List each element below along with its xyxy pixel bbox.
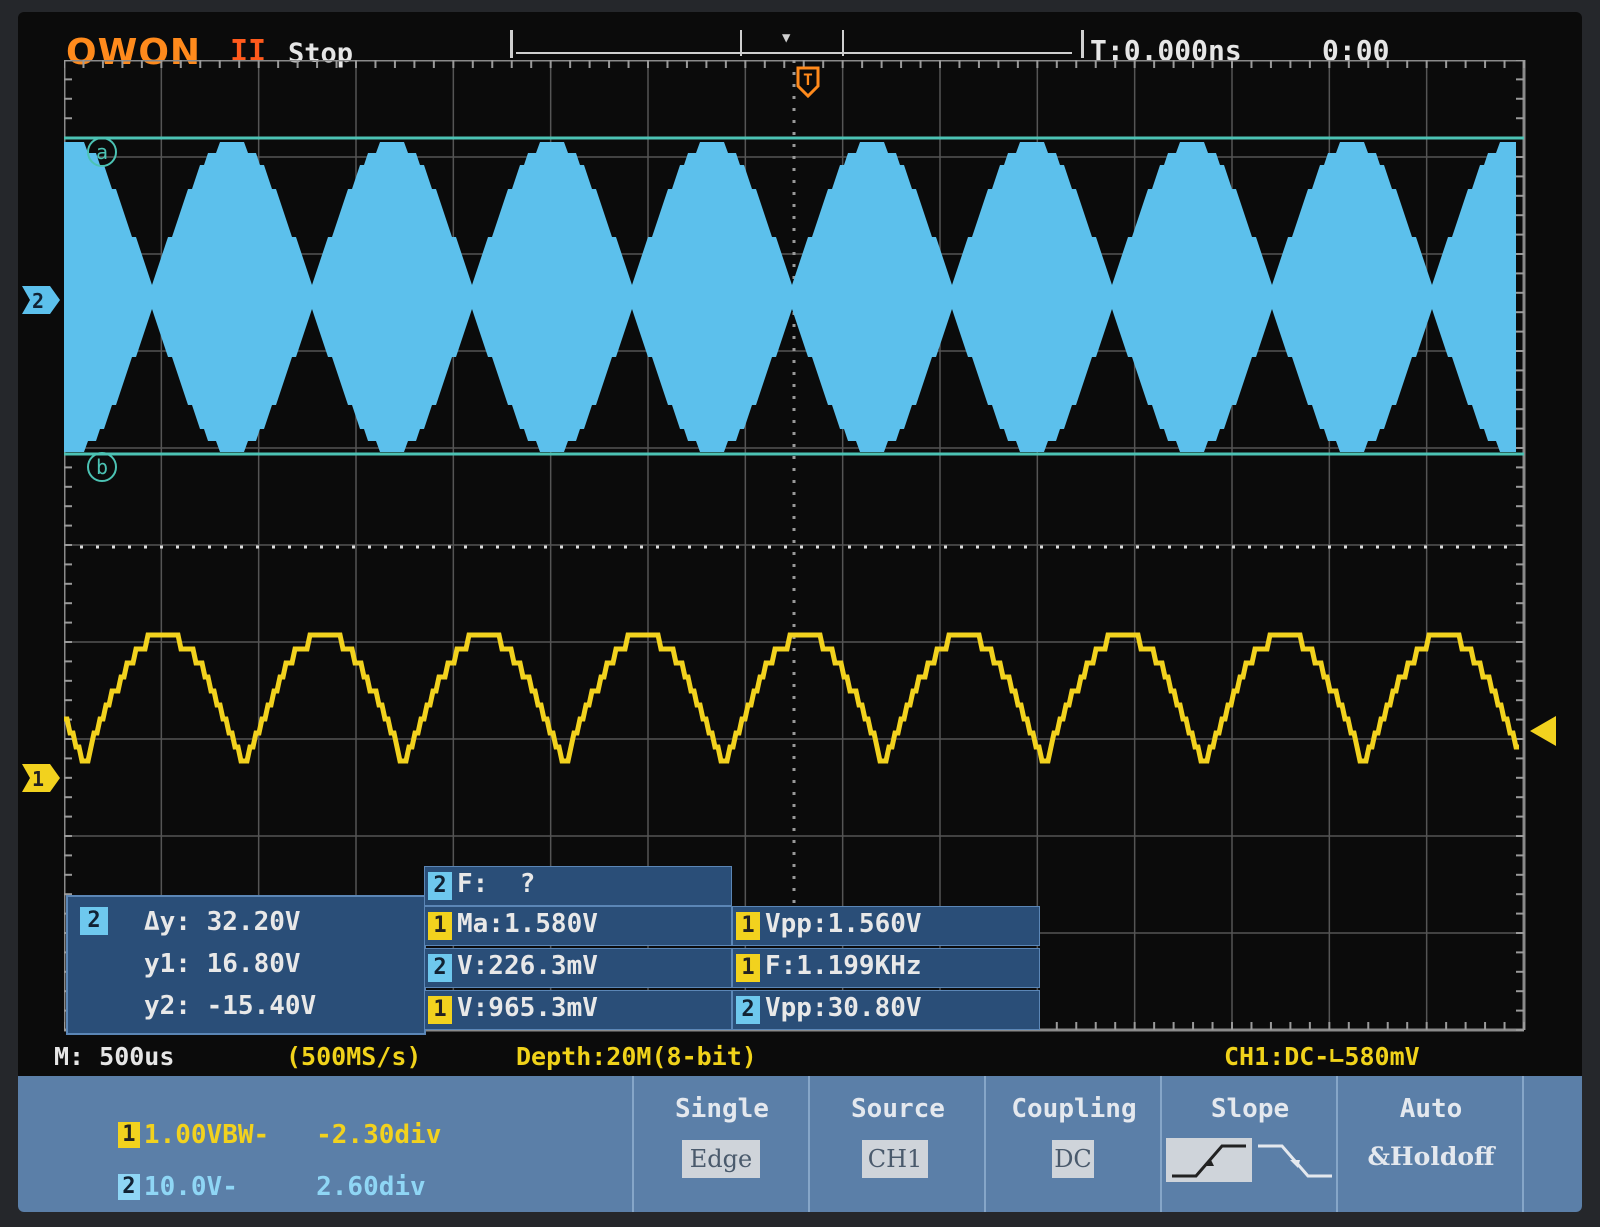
softkey-label: Coupling bbox=[1011, 1094, 1137, 1124]
measurement-item: 2 V:226.3mV bbox=[424, 948, 732, 988]
trigger-info: CH1:DC-∟580mV bbox=[1224, 1042, 1420, 1071]
ch2-level-marker[interactable]: 2 bbox=[18, 282, 64, 318]
measurement-value: Vpp:30.80V bbox=[765, 993, 922, 1023]
measurement-item: 1 V:965.3mV bbox=[424, 990, 732, 1030]
ch2-waveform bbox=[64, 142, 1516, 452]
ch2-scale: 10.0V- bbox=[143, 1172, 238, 1202]
math-a-marker: a bbox=[87, 137, 117, 167]
measurement-channel-tag: 2 bbox=[428, 872, 452, 900]
measurement-channel-tag: 1 bbox=[428, 912, 452, 940]
cursor-channel-tag: 2 bbox=[80, 907, 108, 935]
softkey-value: CH1 bbox=[862, 1140, 928, 1178]
svg-text:b: b bbox=[96, 455, 108, 479]
falling-edge-icon bbox=[1258, 1144, 1332, 1178]
svg-text:T: T bbox=[803, 70, 813, 89]
softkey-label: Single bbox=[675, 1094, 769, 1124]
measurement-item: 1 F:1.199KHz bbox=[732, 948, 1040, 988]
holdoff-softkey[interactable]: Auto &Holdoff bbox=[1336, 1076, 1524, 1212]
svg-text:2: 2 bbox=[32, 289, 44, 313]
measurement-item: 1 Ma:1.580V bbox=[424, 906, 732, 946]
measurement-value: V:226.3mV bbox=[457, 951, 598, 981]
softkey-value: Edge bbox=[682, 1140, 760, 1178]
softkey-value: &Holdoff bbox=[1367, 1142, 1495, 1171]
cursor-readout: 2 Δy: 32.20V y1: 16.80V y2: -15.40V bbox=[66, 895, 426, 1035]
ch1-waveform bbox=[64, 632, 1519, 764]
ch2-offset: 2.60div bbox=[316, 1172, 426, 1202]
trigger-level-marker[interactable] bbox=[1526, 714, 1566, 748]
math-b-marker: b bbox=[87, 452, 117, 482]
channel-settings-panel: 1 1.00VBW- -2.30div 2 10.0V- 2.60div bbox=[18, 1076, 632, 1212]
measurement-value: Ma:1.580V bbox=[457, 909, 598, 939]
measurement-item: 2 Vpp:30.80V bbox=[732, 990, 1040, 1030]
measurement-value: Vpp:1.560V bbox=[765, 909, 922, 939]
menu-edge bbox=[1522, 1076, 1582, 1212]
oscilloscope-bezel: OWON II Stop ▼ T:0.000ns 0:00 a b T 2 1 … bbox=[0, 0, 1600, 1227]
measurement-item: 2 F: ? bbox=[424, 866, 732, 906]
oscilloscope-screen: OWON II Stop ▼ T:0.000ns 0:00 a b T 2 1 … bbox=[18, 12, 1582, 1212]
ch1-level-marker[interactable]: 1 bbox=[18, 760, 64, 796]
trigger-coupling-softkey[interactable]: Coupling DC bbox=[984, 1076, 1162, 1212]
svg-text:1: 1 bbox=[32, 767, 44, 791]
measurement-channel-tag: 1 bbox=[736, 954, 760, 982]
trigger-slope-softkey[interactable]: Slope bbox=[1160, 1076, 1338, 1212]
measurement-value: V:965.3mV bbox=[457, 993, 598, 1023]
ch2-tag: 2 bbox=[117, 1174, 140, 1200]
measurement-channel-tag: 2 bbox=[428, 954, 452, 982]
softkey-label: Source bbox=[851, 1094, 945, 1124]
measurement-channel-tag: 1 bbox=[736, 912, 760, 940]
softkey-label: Slope bbox=[1210, 1094, 1290, 1124]
sample-rate: (500MS/s) bbox=[286, 1042, 422, 1071]
measurement-value: F: ? bbox=[457, 869, 536, 899]
cursor-y1: y1: 16.80V bbox=[144, 949, 301, 979]
measurement-value: F:1.199KHz bbox=[765, 951, 922, 981]
measurement-item: 1 Vpp:1.560V bbox=[732, 906, 1040, 946]
memory-position-bar: ▼ bbox=[510, 22, 1084, 64]
rising-edge-icon bbox=[1166, 1138, 1252, 1182]
ch2-settings[interactable]: 2 10.0V- 2.60div bbox=[24, 1142, 426, 1212]
timebase: M: 500us bbox=[54, 1042, 175, 1071]
measurement-channel-tag: 2 bbox=[736, 996, 760, 1024]
trigger-mode-softkey[interactable]: Single Edge bbox=[632, 1076, 810, 1212]
memory-depth: Depth:20M(8-bit) bbox=[516, 1042, 757, 1071]
cursor-y2: y2: -15.40V bbox=[144, 991, 317, 1021]
cursor-delta-y: Δy: 32.20V bbox=[144, 907, 301, 937]
softkey-value: DC bbox=[1052, 1140, 1094, 1178]
trigger-position-marker[interactable]: T bbox=[796, 66, 820, 99]
svg-text:a: a bbox=[96, 140, 108, 164]
trigger-source-softkey[interactable]: Source CH1 bbox=[808, 1076, 986, 1212]
softkey-label: Auto bbox=[1399, 1094, 1463, 1124]
measurement-channel-tag: 1 bbox=[428, 996, 452, 1024]
